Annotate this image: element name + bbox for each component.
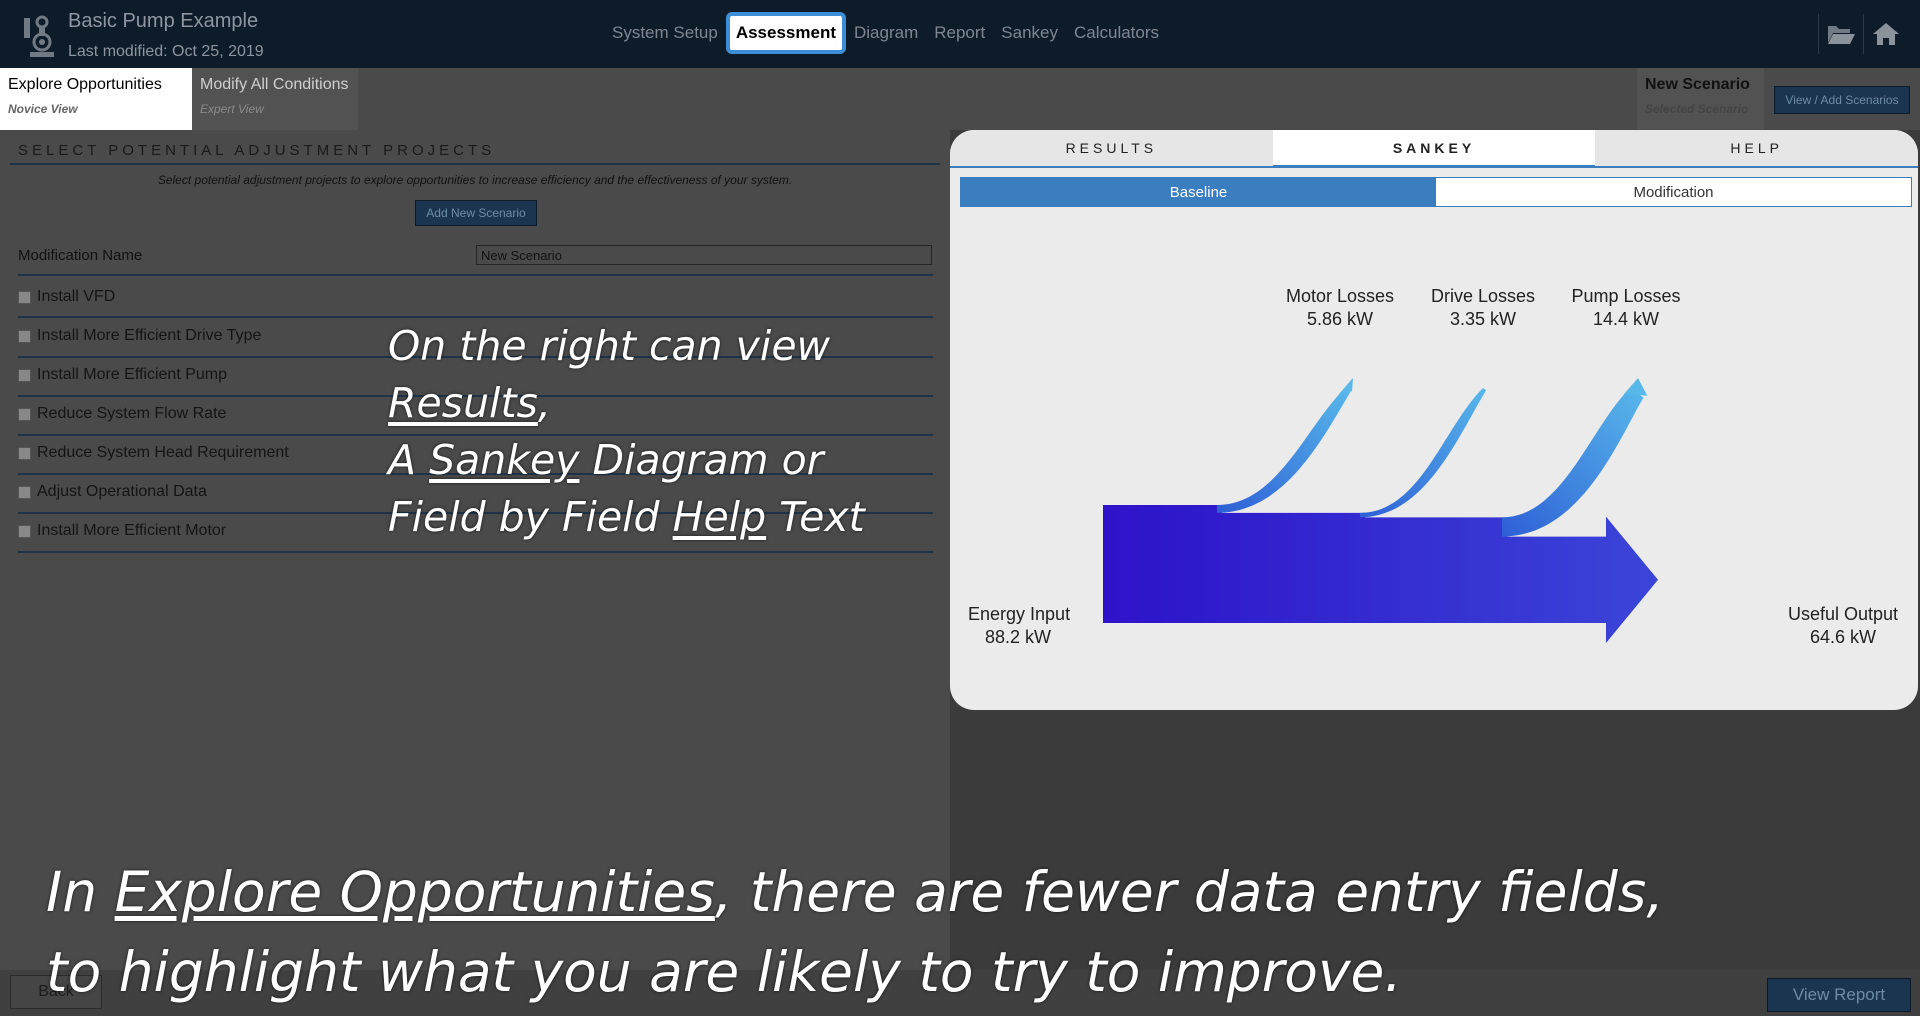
modification-name-label: Modification Name — [18, 247, 143, 264]
option-label: Install More Efficient Motor — [37, 522, 227, 539]
selected-scenario[interactable]: New Scenario Selected Scenario — [1637, 68, 1764, 130]
tab-diagram[interactable]: Diagram — [854, 23, 918, 43]
option-label: Adjust Operational Data — [37, 483, 207, 500]
sankey-loss-arrowhead-1 — [1339, 378, 1353, 394]
explore-subtitle: Novice View — [8, 102, 78, 116]
option-efficient-pump[interactable]: Install More Efficient Pump — [18, 366, 227, 384]
divider — [18, 274, 933, 276]
app-title: Basic Pump Example — [68, 10, 259, 32]
option-label: Reduce System Flow Rate — [37, 405, 227, 422]
drive-losses-value: 3.35 kW — [1449, 309, 1517, 329]
modify-title: Modify All Conditions — [200, 76, 349, 93]
option-label: Reduce System Head Requirement — [37, 444, 289, 461]
tab-modify-all-conditions[interactable]: Modify All Conditions Expert View — [192, 68, 358, 130]
last-modified: Last modified: Oct 25, 2019 — [68, 43, 264, 60]
caption-line: A Sankey Diagram or — [388, 436, 824, 484]
folder-open-icon[interactable] — [1818, 14, 1863, 54]
motor-losses-label: Motor Losses 5.86 kW — [1270, 285, 1410, 331]
results-card: RESULTS SANKEY HELP Baseline Modificatio… — [950, 130, 1918, 710]
drive-losses-label: Drive Losses 3.35 kW — [1413, 285, 1553, 331]
sankey-loss-arrowhead-3 — [1624, 378, 1648, 396]
checkbox[interactable] — [18, 407, 31, 421]
tab-report[interactable]: Report — [934, 23, 985, 43]
caption-line: to highlight what you are likely to try … — [46, 940, 1402, 1004]
option-operational-data[interactable]: Adjust Operational Data — [18, 483, 207, 501]
tab-explore-opportunities[interactable]: Explore Opportunities Novice View — [0, 68, 192, 130]
tutorial-caption-right: On the right can view Results, A Sankey … — [388, 318, 865, 546]
modify-subtitle: Expert View — [200, 102, 264, 116]
sankey-loss-flow-1 — [1217, 388, 1351, 513]
motor-losses-value: 5.86 kW — [1306, 309, 1374, 329]
option-efficient-motor[interactable]: Install More Efficient Motor — [18, 522, 226, 540]
checkbox[interactable] — [18, 446, 31, 460]
top-icons — [1818, 14, 1908, 54]
caption-line: In Explore Opportunities, there are fewe… — [46, 860, 1664, 924]
scenario-subtitle: Selected Scenario — [1645, 102, 1749, 116]
sankey-main-flow — [1103, 505, 1658, 643]
sankey-diagram — [1103, 378, 1658, 643]
tab-sankey[interactable]: Sankey — [1001, 23, 1058, 43]
section-title: SELECT POTENTIAL ADJUSTMENT PROJECTS — [18, 142, 496, 159]
view-report-button[interactable]: View Report — [1767, 978, 1911, 1012]
divider — [10, 163, 940, 165]
option-label: Install More Efficient Pump — [37, 366, 228, 383]
option-reduce-flow[interactable]: Reduce System Flow Rate — [18, 405, 226, 423]
tab-system-setup[interactable]: System Setup — [612, 23, 718, 43]
option-install-vfd[interactable]: Install VFD — [18, 288, 115, 306]
caption-line: Field by Field Help Text — [388, 493, 865, 541]
pump-losses-label: Pump Losses 14.4 kW — [1556, 285, 1696, 331]
intro-text: Select potential adjustment projects to … — [157, 173, 793, 187]
motor-losses-name: Motor Losses — [1285, 286, 1395, 306]
energy-input-name: Energy Input — [968, 604, 1071, 624]
pump-logo-icon — [22, 8, 60, 60]
useful-output-label: Useful Output 64.6 kW — [1778, 603, 1908, 649]
useful-output-name: Useful Output — [1787, 604, 1899, 624]
scenario-name: New Scenario — [1645, 76, 1750, 93]
modification-name-input[interactable] — [476, 245, 932, 265]
tab-calculators[interactable]: Calculators — [1074, 23, 1159, 43]
checkbox[interactable] — [18, 485, 31, 499]
checkbox[interactable] — [18, 368, 31, 382]
option-label: Install VFD — [37, 288, 116, 305]
pump-losses-value: 14.4 kW — [1592, 309, 1660, 329]
option-reduce-head[interactable]: Reduce System Head Requirement — [18, 444, 289, 462]
checkbox[interactable] — [18, 290, 31, 304]
top-bar: Basic Pump Example Last modified: Oct 25… — [0, 0, 1920, 68]
divider — [18, 551, 933, 553]
option-label: Install More Efficient Drive Type — [37, 327, 262, 344]
tab-assessment[interactable]: Assessment — [725, 12, 846, 54]
caption-line: Results, — [388, 379, 551, 427]
checkbox[interactable] — [18, 524, 31, 538]
pump-losses-name: Pump Losses — [1571, 286, 1681, 306]
home-icon[interactable] — [1863, 14, 1908, 54]
add-new-scenario-button[interactable]: Add New Scenario — [415, 200, 537, 226]
sankey-loss-flow-2 — [1360, 388, 1487, 518]
caption-line: On the right can view — [388, 322, 831, 370]
tutorial-caption-bottom: In Explore Opportunities, there are fewe… — [46, 852, 1664, 1012]
energy-input-label: Energy Input 88.2 kW — [968, 603, 1071, 649]
energy-input-value: 88.2 kW — [984, 627, 1052, 647]
drive-losses-name: Drive Losses — [1430, 286, 1536, 306]
view-add-scenarios-button[interactable]: View / Add Scenarios — [1774, 86, 1910, 114]
explore-title: Explore Opportunities — [8, 76, 162, 93]
useful-output-value: 64.6 kW — [1809, 627, 1877, 647]
main-nav: System Setup Assessment Diagram Report S… — [612, 11, 1159, 55]
option-efficient-drive[interactable]: Install More Efficient Drive Type — [18, 327, 261, 345]
sankey-loss-flow-3 — [1502, 388, 1644, 537]
checkbox[interactable] — [18, 329, 31, 343]
